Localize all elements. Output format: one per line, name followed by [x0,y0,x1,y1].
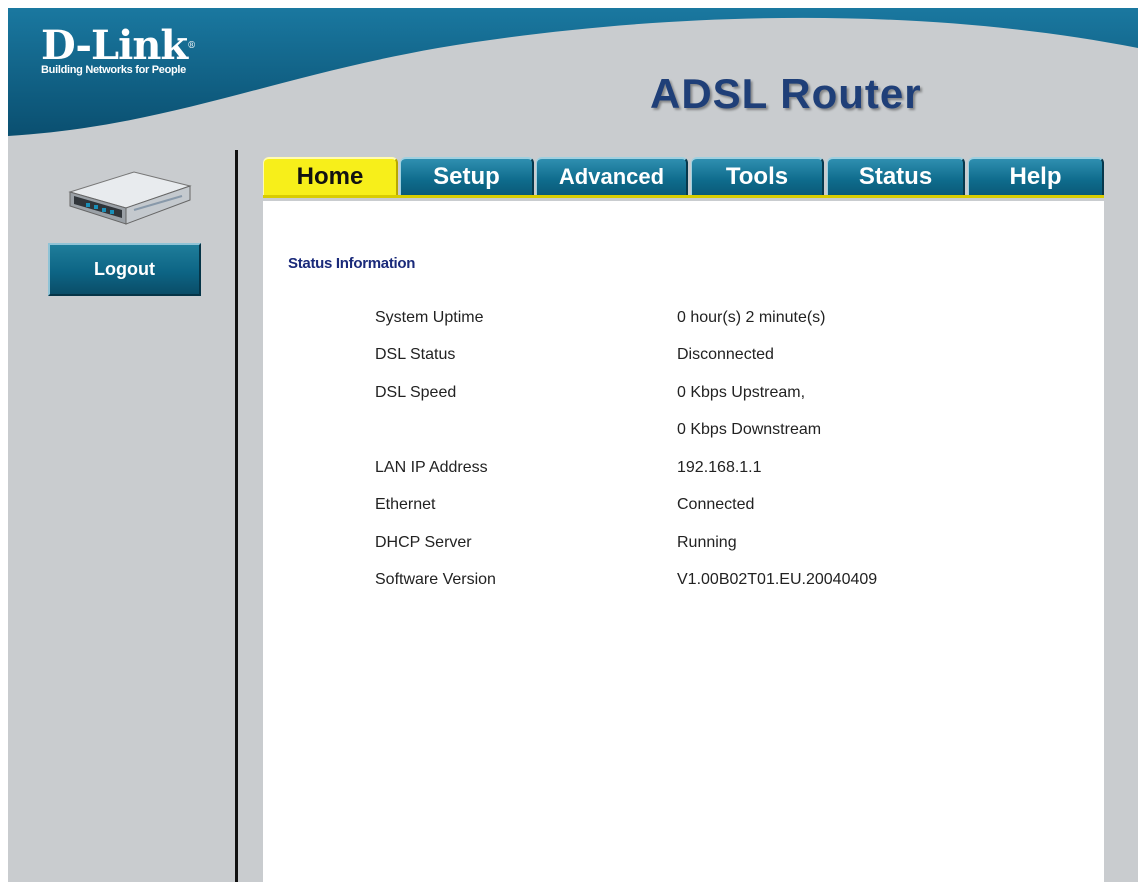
dlink-logo: D-Link® Building Networks for People [41,22,196,77]
router-device-icon [64,166,194,233]
status-label: System Uptime [375,309,484,326]
status-label: DSL Speed [375,384,457,401]
status-value: 192.168.1.1 [677,459,762,476]
logout-button[interactable]: Logout [48,243,201,296]
header-banner: D-Link® Building Networks for People ADS… [8,8,1138,148]
status-value: 0 Kbps Downstream [677,421,822,438]
section-title: Status Information [288,255,416,272]
status-label: LAN IP Address [375,459,488,476]
tab-advanced[interactable]: Advanced [536,157,688,195]
status-value: Disconnected [677,346,774,363]
router-admin-page: D-Link® Building Networks for People ADS… [8,8,1138,882]
status-value: V1.00B02T01.EU.20040409 [677,571,878,588]
status-label: DSL Status [375,346,456,363]
tab-tools[interactable]: Tools [691,157,824,195]
tab-status[interactable]: Status [827,157,965,195]
status-label: DHCP Server [375,534,472,551]
status-value: 0 hour(s) 2 minute(s) [677,309,826,326]
logo-tagline: Building Networks for People [41,64,187,76]
status-value: 0 Kbps Upstream, [677,384,806,401]
tab-setup[interactable]: Setup [400,157,534,195]
sidebar-divider [235,150,238,882]
status-value: Connected [677,496,755,513]
status-label: Ethernet [375,496,436,513]
tab-home[interactable]: Home [263,157,398,195]
product-title: ADSL Router [650,70,922,117]
main-tab-bar: Home Setup Advanced Tools Status Help [263,151,1104,201]
status-label: Software Version [375,571,496,588]
tab-help[interactable]: Help [968,157,1104,195]
tab-underline [263,195,1104,198]
status-value: Running [677,534,737,551]
